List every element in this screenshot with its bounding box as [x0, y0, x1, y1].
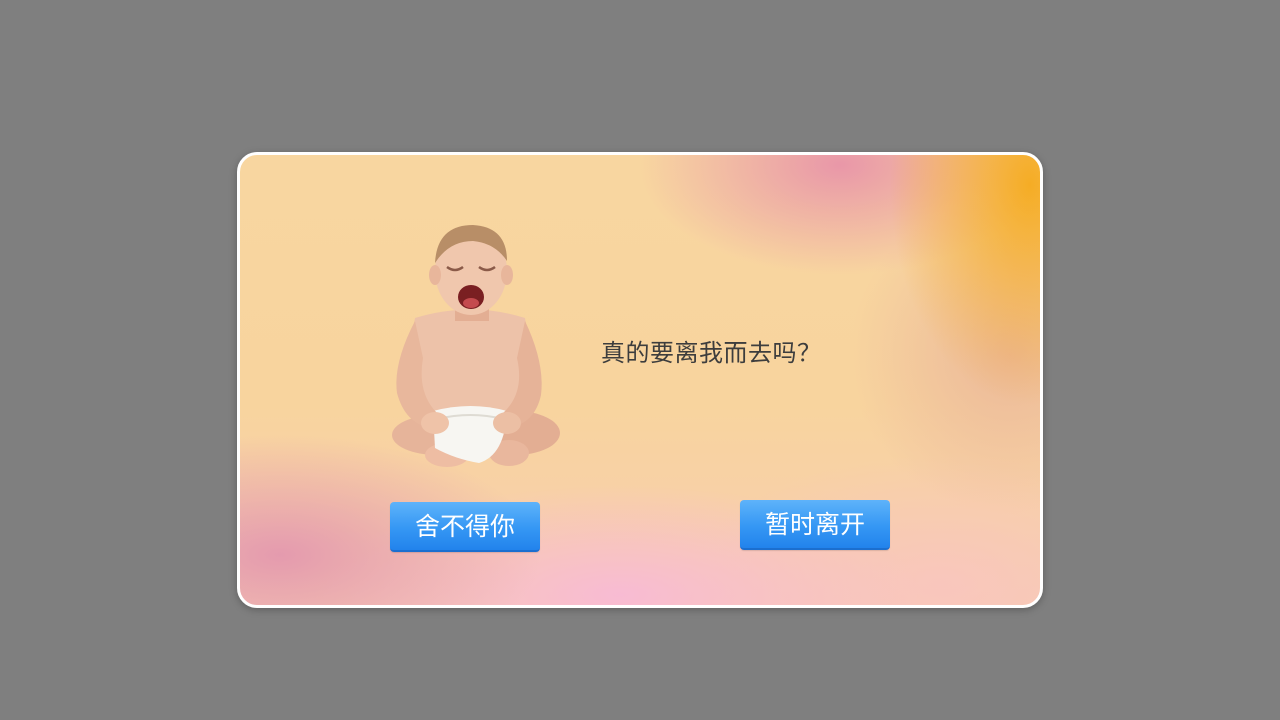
- leave-button[interactable]: 暂时离开: [740, 500, 890, 550]
- exit-dialog: 真的要离我而去吗？ 舍不得你 暂时离开: [237, 152, 1043, 608]
- dialog-message: 真的要离我而去吗？: [601, 339, 822, 367]
- crying-baby-image: [392, 225, 560, 467]
- stay-button[interactable]: 舍不得你: [390, 502, 540, 552]
